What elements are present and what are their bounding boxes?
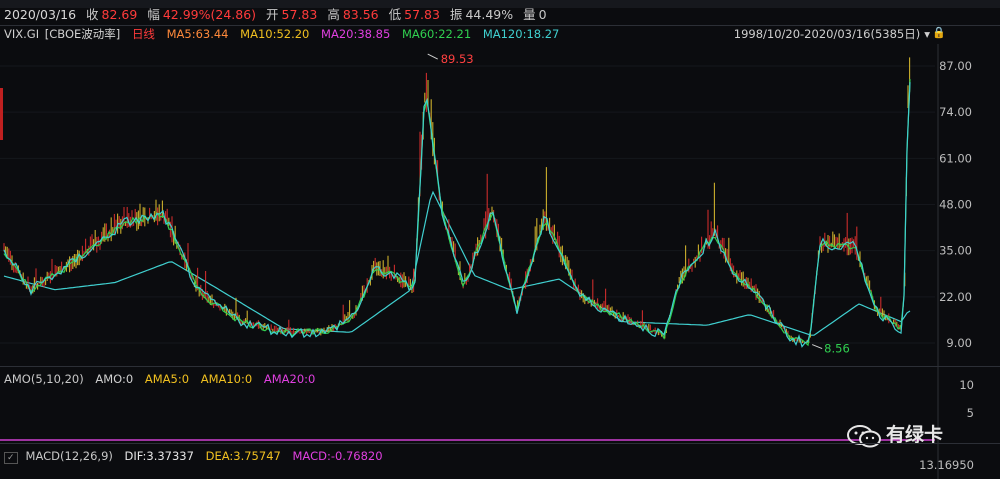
y-tick-label: 9.00 <box>946 336 972 350</box>
amo-axis-10: 10 <box>959 378 974 392</box>
macd-value: MACD:-0.76820 <box>292 449 383 463</box>
y-tick-label: 35.00 <box>939 244 972 258</box>
annotation-arrow <box>811 344 823 350</box>
y-tick-label: 61.00 <box>939 151 972 165</box>
ama20-value: AMA20:0 <box>263 372 316 386</box>
dea-value: DEA:3.75747 <box>205 449 281 463</box>
macd-indicator-bar: ✓ MACD(12,26,9) DIF:3.37337 DEA:3.75747 M… <box>4 449 391 464</box>
ama10-value: AMA10:0 <box>200 372 253 386</box>
collapse-icon[interactable]: ✓ <box>4 452 18 464</box>
dif-value: DIF:3.37337 <box>124 449 194 463</box>
left-edge-marker <box>0 88 3 140</box>
annotation-arrow <box>427 53 438 60</box>
y-tick-label: 87.00 <box>939 59 972 73</box>
amo-indicator-bar: AMO(5,10,20) AMO:0 AMA5:0 AMA10:0 AMA20:… <box>4 372 323 386</box>
annotation-high-label: 89.53 <box>441 52 474 66</box>
y-tick-label: 48.00 <box>939 198 972 212</box>
amo-title[interactable]: AMO(5,10,20) <box>4 372 84 386</box>
ama5-value: AMA5:0 <box>144 372 190 386</box>
annotation-low-label: 8.56 <box>824 342 850 356</box>
amo-axis-5: 5 <box>966 406 974 420</box>
divider <box>0 366 1000 367</box>
y-tick-label: 74.00 <box>939 105 972 119</box>
macd-title[interactable]: MACD(12,26,9) <box>26 449 113 463</box>
y-tick-label: 22.00 <box>939 290 972 304</box>
price-chart[interactable]: 89.53 8.56 87.00 74.00 61.00 48.00 35.00 22.00… <box>0 0 1000 479</box>
divider <box>0 443 1000 444</box>
amo-value: AMO:0 <box>95 372 134 386</box>
macd-axis-top: 13.16950 <box>919 458 974 472</box>
